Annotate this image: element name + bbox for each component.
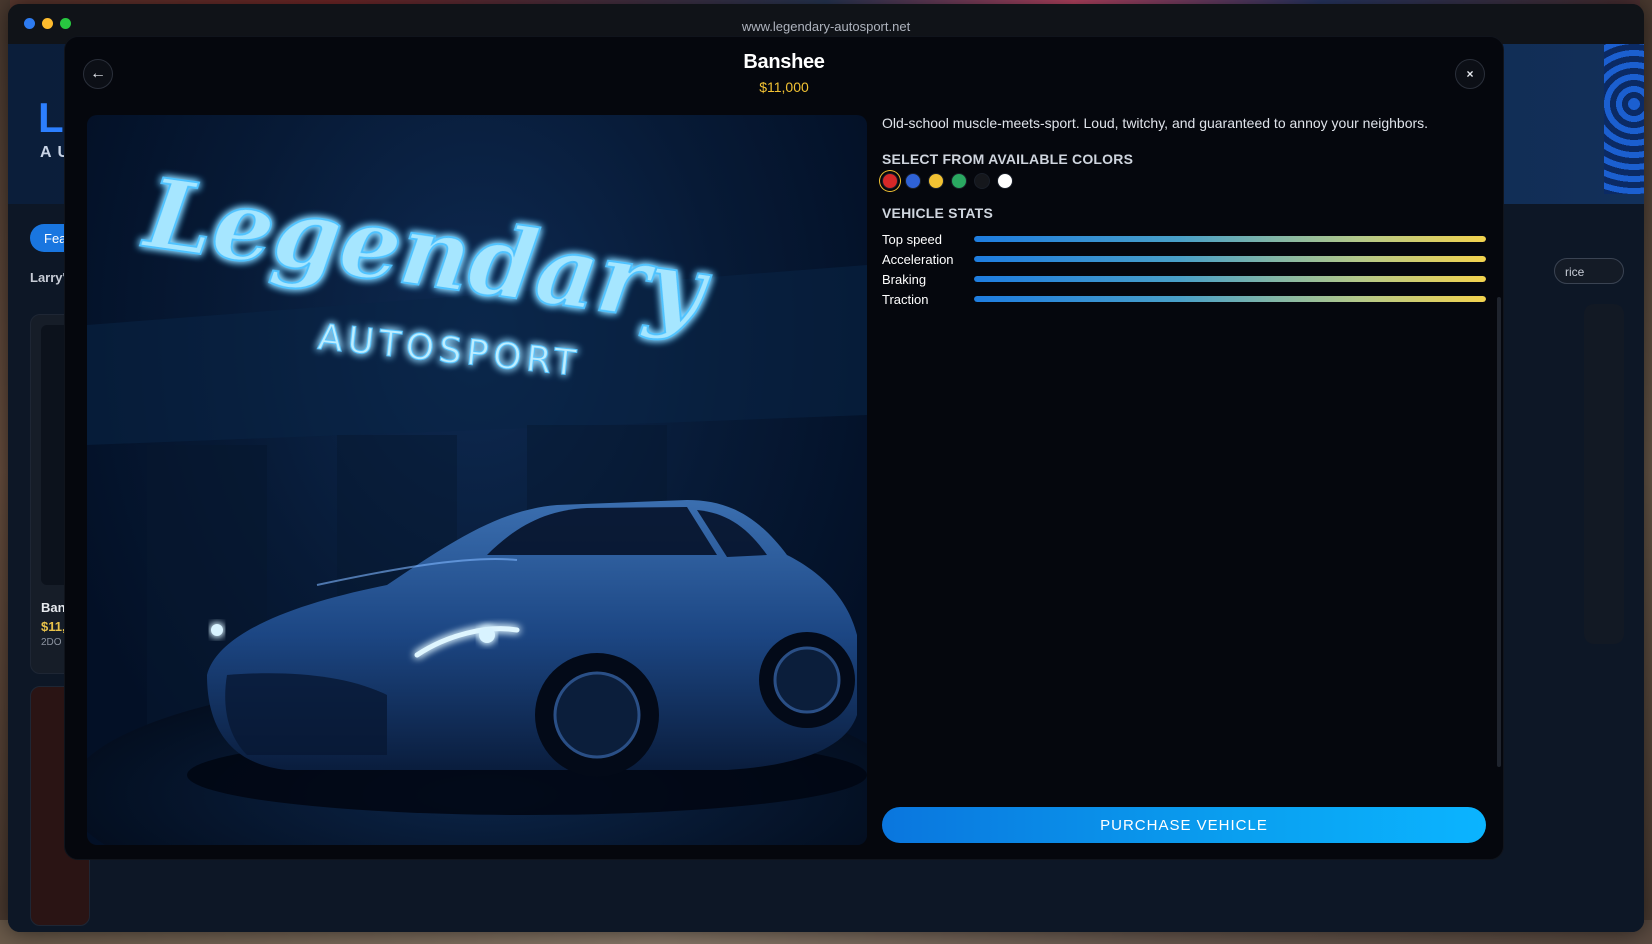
title-block: Banshee $11,000: [65, 51, 1503, 95]
close-button[interactable]: ×: [1455, 59, 1485, 89]
vehicle-image: Legendary AUTOSPORT: [87, 115, 867, 845]
window-close-icon[interactable]: [24, 18, 35, 29]
background-card-meta: 2DO: [41, 637, 62, 648]
color-swatch-red[interactable]: [882, 173, 898, 189]
color-swatches: [882, 173, 1486, 189]
stat-row: Traction: [882, 289, 1486, 309]
color-swatch-white[interactable]: [997, 173, 1013, 189]
stat-bar-fill: [974, 276, 1486, 282]
stat-bar-track: [974, 256, 1486, 262]
vehicle-detail-modal: ← Banshee $11,000 × Legendary AUTOSPORT …: [64, 36, 1504, 860]
stat-row: Acceleration: [882, 249, 1486, 269]
window-zoom-icon[interactable]: [60, 18, 71, 29]
background-section-label: Larry': [30, 270, 66, 285]
stat-bar-fill: [974, 296, 1486, 302]
color-swatch-green[interactable]: [951, 173, 967, 189]
vehicle-title: Banshee: [743, 51, 825, 73]
stat-label: Braking: [882, 271, 927, 287]
stat-bar-track: [974, 296, 1486, 302]
stat-label: Acceleration: [882, 251, 954, 267]
vehicle-details: Old-school muscle-meets-sport. Loud, twi…: [882, 111, 1486, 851]
modal-scrollbar[interactable]: [1497, 297, 1501, 767]
color-swatch-black[interactable]: [974, 173, 990, 189]
background-card-price: $11,: [41, 619, 66, 634]
color-swatch-yellow[interactable]: [928, 173, 944, 189]
stats-heading: VEHICLE STATS: [882, 205, 993, 221]
car-illustration: [187, 500, 867, 815]
background-vehicle-card-right[interactable]: [1584, 304, 1624, 644]
vehicle-price: $11,000: [759, 79, 809, 95]
stat-row: Top speed: [882, 229, 1486, 249]
vehicle-stats: Top speed Acceleration Braking Traction: [882, 229, 1486, 309]
vehicle-description: Old-school muscle-meets-sport. Loud, twi…: [882, 115, 1429, 131]
stat-bar-fill: [974, 236, 1486, 242]
color-swatch-blue[interactable]: [905, 173, 921, 189]
stat-label: Traction: [882, 291, 929, 307]
purchase-vehicle-button[interactable]: PURCHASE VEHICLE: [882, 807, 1486, 843]
stat-label: Top speed: [882, 231, 942, 247]
background-card-name: Ban: [41, 600, 66, 615]
background-hero-art: [1604, 44, 1644, 194]
vehicle-image-art: Legendary AUTOSPORT: [87, 155, 867, 845]
window-minimize-icon[interactable]: [42, 18, 53, 29]
address-bar-url[interactable]: www.legendary-autosport.net: [742, 19, 910, 34]
modal-header: ← Banshee $11,000 ×: [65, 37, 1503, 109]
browser-window: www.legendary-autosport.net LE AU Fea La…: [8, 4, 1644, 932]
stat-bar-track: [974, 276, 1486, 282]
background-sort-pill[interactable]: rice: [1554, 258, 1624, 284]
window-controls: [24, 18, 71, 29]
stat-bar-track: [974, 236, 1486, 242]
stat-bar-fill: [974, 256, 1486, 262]
colors-heading: SELECT FROM AVAILABLE COLORS: [882, 151, 1134, 167]
stat-row: Braking: [882, 269, 1486, 289]
